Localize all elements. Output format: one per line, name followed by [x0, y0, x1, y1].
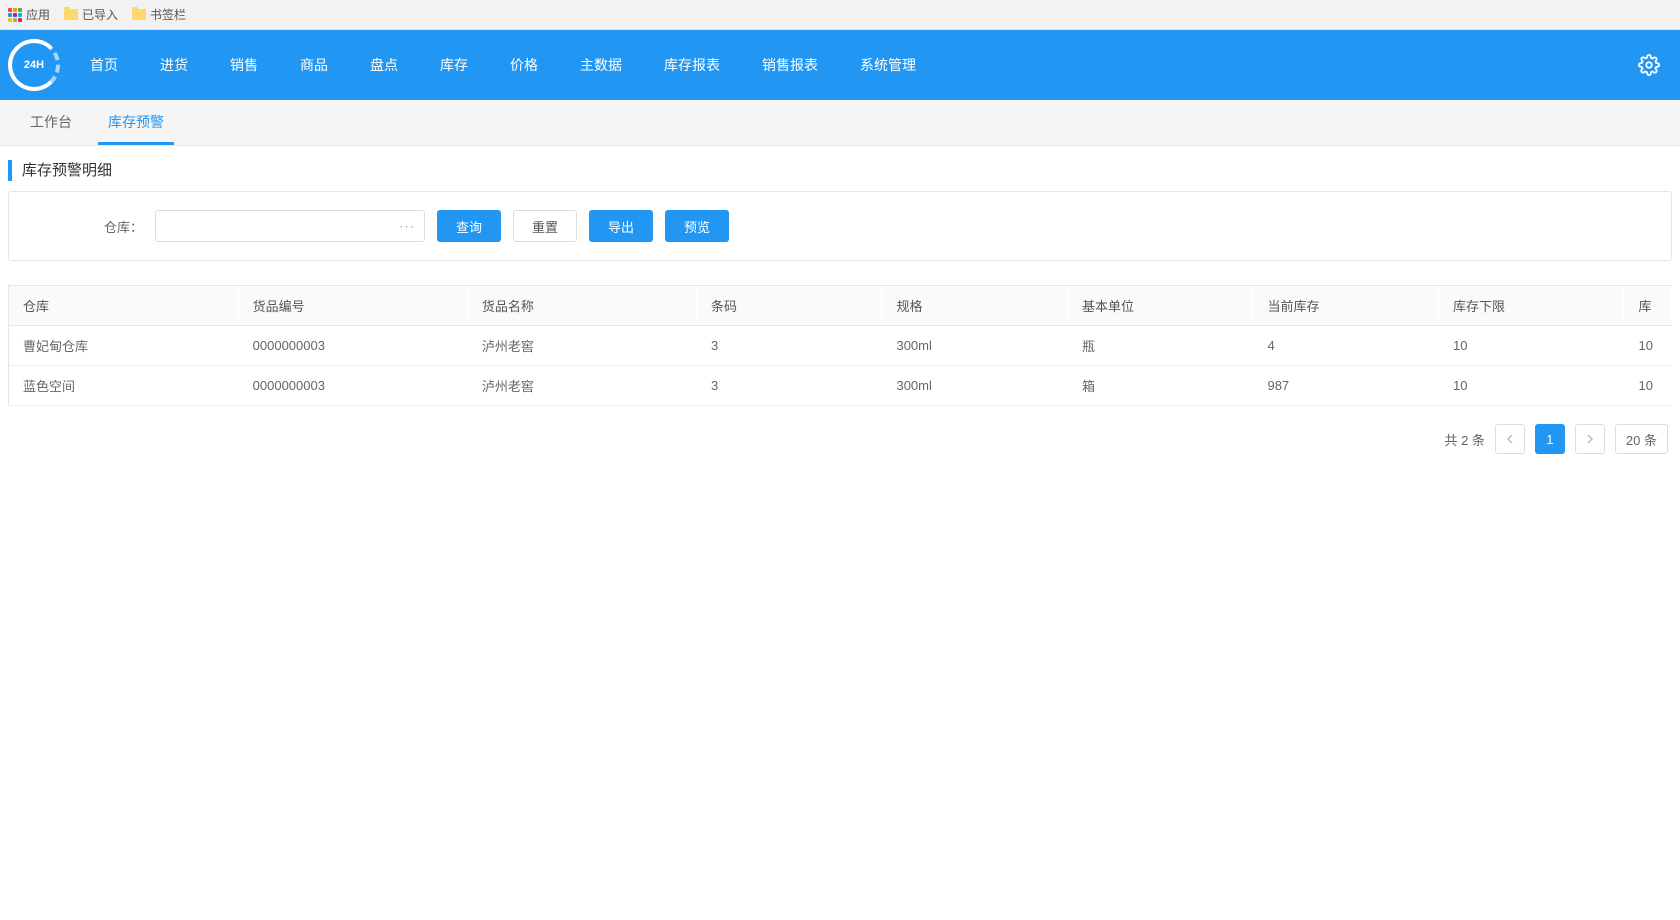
cell-barcode: 3: [696, 326, 882, 366]
cell-name: 泸州老窖: [467, 326, 696, 366]
folder-icon: [132, 9, 146, 20]
logo-text: 24H: [22, 59, 46, 71]
bookmark-imported-label: 已导入: [82, 6, 118, 23]
warehouse-label: 仓库：: [23, 217, 143, 236]
cell-warehouse: 曹妃甸仓库: [9, 326, 238, 366]
nav-masterdata[interactable]: 主数据: [580, 55, 622, 75]
export-button[interactable]: 导出: [589, 210, 653, 242]
cell-current: 4: [1253, 326, 1439, 366]
pagination: 共 2 条 1 20 条: [8, 424, 1672, 454]
cell-lower: 10: [1438, 326, 1624, 366]
nav-goods[interactable]: 商品: [300, 55, 328, 75]
table-row[interactable]: 曹妃甸仓库 0000000003 泸州老窖 3 300ml 瓶 4 10 10: [9, 326, 1672, 366]
nav-sales[interactable]: 销售: [230, 55, 258, 75]
chevron-left-icon: [1506, 434, 1514, 444]
bookmark-imported[interactable]: 已导入: [64, 6, 118, 23]
tab-inventory-alert[interactable]: 库存预警: [90, 99, 182, 145]
query-button[interactable]: 查询: [437, 210, 501, 242]
cell-sku: 0000000003: [238, 326, 467, 366]
pager-size-select[interactable]: 20 条: [1615, 424, 1668, 454]
cell-spec: 300ml: [882, 366, 1068, 406]
nav-system[interactable]: 系统管理: [860, 55, 916, 75]
gear-icon: [1638, 54, 1660, 76]
cell-unit: 瓶: [1067, 326, 1253, 366]
th-extra[interactable]: 库: [1624, 286, 1672, 326]
browser-bookmark-bar: 应用 已导入 书签栏: [0, 0, 1680, 30]
page-tabs: 工作台 库存预警: [0, 100, 1680, 146]
cell-lower: 10: [1438, 366, 1624, 406]
tab-workbench[interactable]: 工作台: [12, 99, 90, 145]
bookmark-bar-label: 书签栏: [150, 6, 186, 23]
nav-inventory[interactable]: 库存: [440, 55, 468, 75]
pager-page-1[interactable]: 1: [1535, 424, 1565, 454]
table-wrap: 仓库 货品编号 货品名称 条码 规格 基本单位 当前库存 库存下限 库 曹妃甸仓…: [8, 285, 1672, 406]
table-row[interactable]: 蓝色空间 0000000003 泸州老窖 3 300ml 箱 987 10 10: [9, 366, 1672, 406]
pager-size-label: 20 条: [1626, 430, 1657, 449]
nav-sales-report[interactable]: 销售报表: [762, 55, 818, 75]
filter-row: 仓库： ··· 查询 重置 导出 预览: [23, 210, 1657, 242]
nav-price[interactable]: 价格: [510, 55, 538, 75]
bookmark-apps[interactable]: 应用: [8, 6, 50, 23]
cell-barcode: 3: [696, 366, 882, 406]
nav-items: 首页 进货 销售 商品 盘点 库存 价格 主数据 库存报表 销售报表 系统管理: [90, 55, 1638, 75]
cell-extra: 10: [1624, 366, 1672, 406]
cell-spec: 300ml: [882, 326, 1068, 366]
nav-inventory-report[interactable]: 库存报表: [664, 55, 720, 75]
th-warehouse[interactable]: 仓库: [9, 286, 238, 326]
top-nav: 24H 首页 进货 销售 商品 盘点 库存 价格 主数据 库存报表 销售报表 系…: [0, 30, 1680, 100]
th-barcode[interactable]: 条码: [696, 286, 882, 326]
cell-sku: 0000000003: [238, 366, 467, 406]
apps-grid-icon: [8, 8, 22, 22]
cell-unit: 箱: [1067, 366, 1253, 406]
table-header-row: 仓库 货品编号 货品名称 条码 规格 基本单位 当前库存 库存下限 库: [9, 286, 1672, 326]
pager-prev[interactable]: [1495, 424, 1525, 454]
th-name[interactable]: 货品名称: [467, 286, 696, 326]
chevron-right-icon: [1586, 434, 1594, 444]
section-title: 库存预警明细: [8, 160, 1672, 181]
cell-name: 泸州老窖: [467, 366, 696, 406]
app-logo[interactable]: 24H: [8, 39, 60, 91]
nav-purchase[interactable]: 进货: [160, 55, 188, 75]
th-sku[interactable]: 货品编号: [238, 286, 467, 326]
preview-button[interactable]: 预览: [665, 210, 729, 242]
pager-next[interactable]: [1575, 424, 1605, 454]
bookmark-bar[interactable]: 书签栏: [132, 6, 186, 23]
inventory-alert-table: 仓库 货品编号 货品名称 条码 规格 基本单位 当前库存 库存下限 库 曹妃甸仓…: [9, 285, 1672, 406]
th-current[interactable]: 当前库存: [1253, 286, 1439, 326]
filter-panel: 仓库： ··· 查询 重置 导出 预览: [8, 191, 1672, 261]
cell-current: 987: [1253, 366, 1439, 406]
th-spec[interactable]: 规格: [882, 286, 1068, 326]
cell-extra: 10: [1624, 326, 1672, 366]
nav-stocktake[interactable]: 盘点: [370, 55, 398, 75]
warehouse-input[interactable]: [155, 210, 425, 242]
bookmark-apps-label: 应用: [26, 6, 50, 23]
warehouse-select[interactable]: ···: [155, 210, 425, 242]
cell-warehouse: 蓝色空间: [9, 366, 238, 406]
th-lower[interactable]: 库存下限: [1438, 286, 1624, 326]
settings-button[interactable]: [1638, 54, 1660, 76]
nav-home[interactable]: 首页: [90, 55, 118, 75]
folder-icon: [64, 9, 78, 20]
pager-total: 共 2 条: [1444, 430, 1484, 449]
reset-button[interactable]: 重置: [513, 210, 577, 242]
th-unit[interactable]: 基本单位: [1067, 286, 1253, 326]
